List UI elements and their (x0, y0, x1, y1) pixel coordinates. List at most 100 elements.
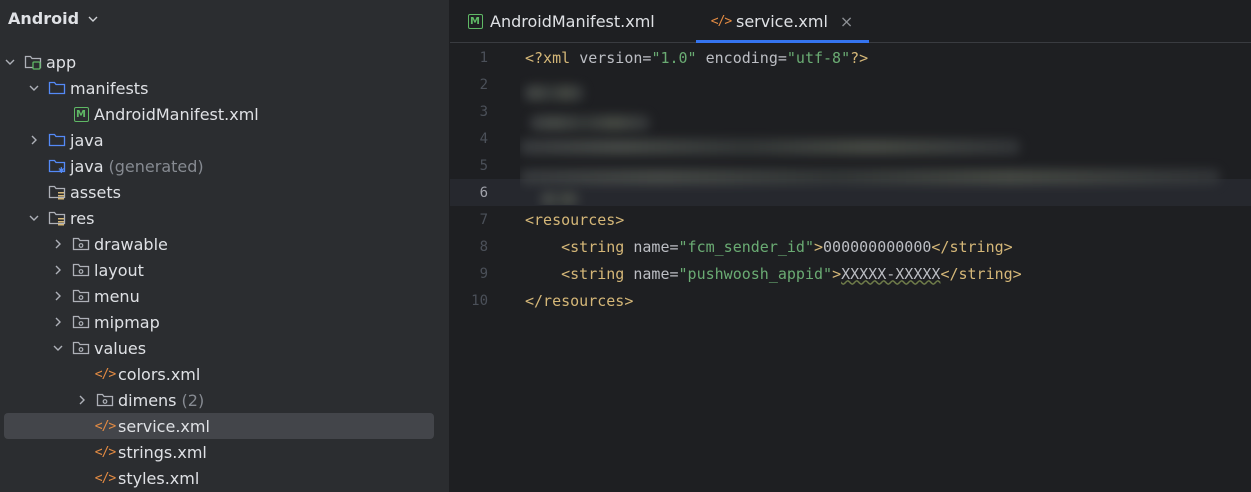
tree-item-label: java (70, 130, 104, 150)
manifest-file-icon: M (72, 105, 90, 123)
tree-item-label: manifests (70, 78, 149, 98)
tree-item-styles-xml[interactable]: </> styles.xml (4, 465, 434, 491)
line-number: 5 (479, 157, 488, 174)
code-text: </resources> (525, 291, 634, 310)
line-number: 6 (479, 184, 488, 201)
xml-file-icon: </> (94, 444, 117, 460)
code-line: 1 <?xml version="1.0" encoding="utf-8"?> (450, 44, 1251, 71)
line-number: 2 (479, 76, 488, 93)
chevron-down-icon[interactable] (28, 212, 40, 224)
tree-item-mipmap[interactable]: mipmap (4, 309, 434, 335)
package-folder-icon (72, 313, 90, 331)
chevron-right-icon[interactable] (52, 316, 64, 328)
close-icon[interactable]: × (840, 12, 853, 31)
line-number: 10 (471, 292, 488, 309)
tree-item-label: drawable (94, 234, 168, 254)
chevron-down-icon[interactable] (4, 56, 16, 68)
spellcheck-warning: XXXXX-XXXXX (841, 264, 941, 283)
tree-item-label: res (70, 208, 95, 228)
code-text: <resources> (525, 210, 625, 229)
xml-file-icon: </> (94, 418, 117, 434)
chevron-down-icon[interactable] (52, 342, 64, 354)
chevron-right-icon[interactable] (28, 134, 40, 146)
tree-item-label: styles.xml (118, 468, 200, 488)
tree-item-colors-xml[interactable]: </> colors.xml (4, 361, 434, 387)
code-line: 8 <string name="fcm_sender_id">000000000… (450, 233, 1251, 260)
tree-item-java-generated[interactable]: ✱ java (generated) (4, 153, 434, 179)
code-line: 10 </resources> (450, 287, 1251, 314)
tree-item-service-xml[interactable]: </> service.xml (4, 413, 434, 439)
code-editor[interactable]: 1 <?xml version="1.0" encoding="utf-8"?>… (450, 44, 1251, 492)
tree-item-label: mipmap (94, 312, 160, 332)
line-number: 1 (479, 49, 488, 66)
project-view-selector[interactable]: Android (8, 5, 99, 31)
line-number: 3 (479, 103, 488, 120)
xml-file-icon: </> (94, 366, 117, 382)
tree-item-drawable[interactable]: drawable (4, 231, 434, 257)
chevron-down-icon[interactable] (28, 82, 40, 94)
chevron-right-icon[interactable] (76, 394, 88, 406)
svg-text:✱: ✱ (58, 166, 65, 174)
chevron-right-icon[interactable] (52, 264, 64, 276)
xml-file-icon: </> (710, 13, 733, 29)
tree-item-label: AndroidManifest.xml (94, 104, 259, 124)
resource-folder-icon (48, 209, 66, 227)
project-view-title: Android (8, 8, 80, 28)
code-text: <string name="pushwoosh_appid">XXXXX-XXX… (561, 264, 1022, 283)
project-panel: Android app manifests M AndroidManifest.xml… (0, 0, 450, 492)
folder-icon (48, 79, 66, 97)
package-folder-icon (72, 339, 90, 357)
tree-item-dimens-generated[interactable]: dimens (2) (4, 387, 434, 413)
module-folder-icon (24, 53, 42, 71)
tree-item-app[interactable]: app (4, 49, 434, 75)
tree-item-androidmanifest-xml[interactable]: M AndroidManifest.xml (4, 101, 434, 127)
tree-item-manifests[interactable]: manifests (4, 75, 434, 101)
tree-item-layout[interactable]: layout (4, 257, 434, 283)
tree-item-java[interactable]: java (4, 127, 434, 153)
tree-item-label: values (94, 338, 147, 358)
blurred-code-region (520, 73, 1230, 205)
tree-item-menu[interactable]: menu (4, 283, 434, 309)
editor: M AndroidManifest.xml </> service.xml × … (450, 0, 1251, 492)
tree-item-res[interactable]: res (4, 205, 434, 231)
tree-item-label: layout (94, 260, 144, 280)
line-number: 4 (479, 130, 488, 147)
tree-item-label: colors.xml (118, 364, 201, 384)
resource-folder-icon (48, 183, 66, 201)
tab-label: service.xml (736, 11, 828, 31)
code-text: <string name="fcm_sender_id">00000000000… (561, 237, 1013, 256)
tab-android-manifest[interactable]: M AndroidManifest.xml (466, 0, 655, 42)
folder-icon (48, 131, 66, 149)
tab-service-xml[interactable]: </> service.xml × (696, 0, 870, 43)
code-line: 9 <string name="pushwoosh_appid">XXXXX-X… (450, 260, 1251, 287)
manifest-file-icon: M (466, 12, 484, 30)
tab-label: AndroidManifest.xml (490, 11, 655, 31)
line-number: 7 (479, 211, 488, 228)
chevron-down-icon (87, 10, 99, 29)
tree-item-label: app (46, 52, 77, 72)
tree-item-label: dimens (118, 390, 177, 410)
package-folder-icon (72, 287, 90, 305)
line-number: 8 (479, 238, 488, 255)
tree-item-label: strings.xml (118, 442, 207, 462)
tree-item-label: service.xml (118, 416, 210, 436)
package-folder-icon (96, 391, 114, 409)
tree-item-assets[interactable]: assets (4, 179, 434, 205)
code-line: 7 <resources> (450, 206, 1251, 233)
tree-item-values[interactable]: values (4, 335, 434, 361)
package-folder-icon (72, 235, 90, 253)
code-text: <?xml version="1.0" encoding="utf-8"?> (525, 48, 869, 67)
tree-item-label: java (70, 156, 104, 176)
package-folder-icon (72, 261, 90, 279)
generated-folder-icon: ✱ (48, 157, 66, 175)
editor-tab-bar: M AndroidManifest.xml </> service.xml × (450, 0, 1251, 43)
tree-item-strings-xml[interactable]: </> strings.xml (4, 439, 434, 465)
tree-item-label: assets (70, 182, 121, 202)
chevron-right-icon[interactable] (52, 238, 64, 250)
chevron-right-icon[interactable] (52, 290, 64, 302)
xml-file-icon: </> (94, 470, 117, 486)
line-number: 9 (479, 265, 488, 282)
tree-item-label: menu (94, 286, 140, 306)
tree-item-suffix: (generated) (108, 156, 204, 176)
tree-item-suffix: (2) (181, 390, 205, 410)
